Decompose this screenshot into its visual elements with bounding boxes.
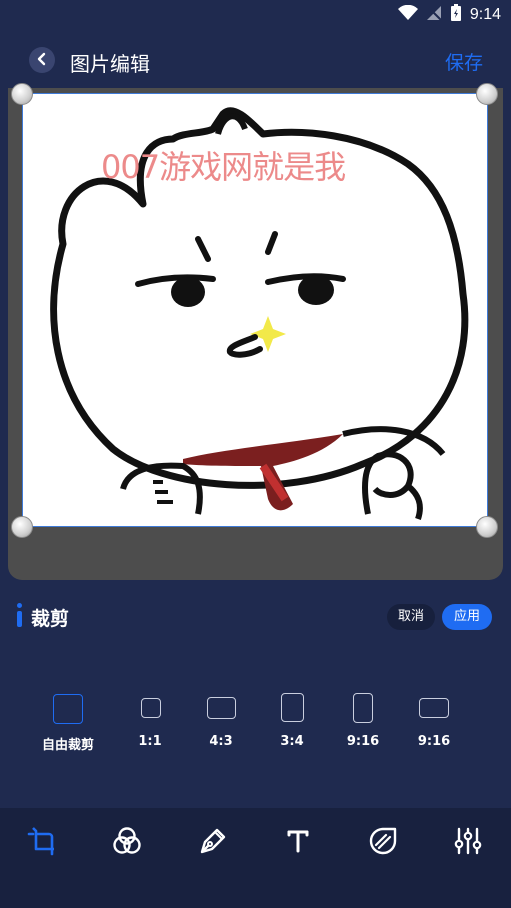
tool-filter[interactable] (110, 824, 144, 858)
battery-icon (450, 4, 462, 26)
crop-area[interactable]: 007游戏网就是我 (22, 93, 488, 527)
watermark-text: 007游戏网就是我 (101, 148, 346, 186)
ratio-label: 3:4 (280, 734, 304, 749)
save-button[interactable]: 保存 (445, 48, 483, 75)
tool-text[interactable] (281, 824, 315, 858)
back-button[interactable] (29, 47, 55, 73)
text-icon (281, 830, 315, 862)
crop-handle-bottom-right[interactable] (476, 516, 498, 538)
tool-adjust[interactable] (451, 824, 485, 858)
ratio-label: 1:1 (138, 734, 162, 749)
crop-handle-top-left[interactable] (11, 83, 33, 105)
bottom-toolbar (0, 808, 511, 908)
crop-handle-top-right[interactable] (476, 83, 498, 105)
section-marker (17, 611, 22, 627)
status-bar: 9:14 (0, 0, 511, 30)
page-title: 图片编辑 (70, 52, 150, 76)
no-signal-icon (426, 5, 442, 25)
ratio-label: 4:3 (209, 734, 233, 749)
ratio-option-16-9[interactable]: 9:16 (399, 690, 469, 754)
apply-button[interactable]: 应用 (442, 604, 492, 630)
ratio-free-icon (53, 694, 83, 724)
wifi-icon (397, 4, 418, 25)
crop-handle-bottom-left[interactable] (11, 516, 33, 538)
adjust-icon (451, 827, 485, 862)
ratio-label: 9:16 (417, 734, 451, 749)
filter-icon (110, 827, 144, 862)
ratio-label: 9:16 (346, 734, 380, 749)
ratio-option-3-4[interactable]: 3:4 (257, 690, 327, 754)
crop-icon (26, 827, 60, 862)
ratio-option-9-16[interactable]: 9:16 (328, 690, 398, 754)
ratio-option-4-3[interactable]: 4:3 (186, 690, 256, 754)
app-header: 图片编辑 保存 (0, 36, 511, 86)
section-marker-dot (17, 603, 22, 608)
ratio-option-1-1[interactable]: 1:1 (115, 690, 185, 754)
chevron-left-icon (36, 51, 48, 70)
ratio-9-16-icon (353, 693, 373, 723)
ratio-16-9-icon (419, 698, 449, 718)
tool-crop[interactable] (26, 824, 60, 858)
cancel-button[interactable]: 取消 (387, 604, 435, 630)
ratio-4-3-icon (207, 697, 236, 719)
tool-sticker[interactable] (366, 824, 400, 858)
ratio-label: 自由裁剪 (41, 738, 94, 753)
ratio-1-1-icon (141, 698, 161, 718)
ratio-3-4-icon (281, 693, 304, 722)
status-time: 9:14 (469, 6, 501, 23)
ratio-option-free[interactable]: 自由裁剪 (33, 690, 103, 754)
sticker-icon (366, 827, 400, 862)
panel-title: 裁剪 (31, 608, 70, 630)
tool-draw[interactable] (196, 824, 230, 858)
pen-icon (196, 828, 230, 862)
